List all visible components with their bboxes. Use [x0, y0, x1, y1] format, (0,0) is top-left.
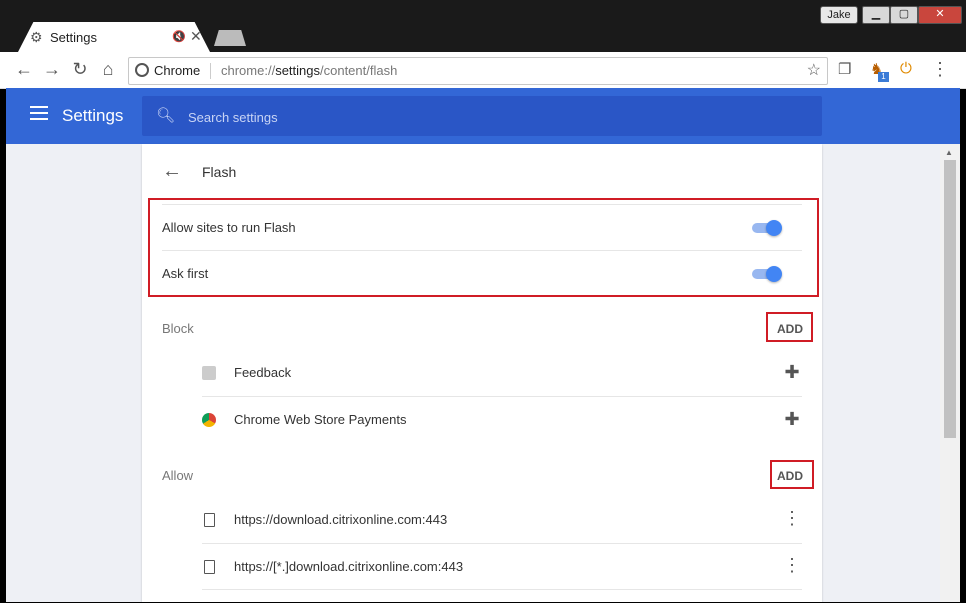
- scrollbar-thumb[interactable]: [944, 160, 956, 438]
- site-label: https://download.citrixonline.com:443: [234, 512, 448, 527]
- scroll-up-icon[interactable]: ▲: [945, 148, 953, 157]
- tab-title: Settings: [50, 30, 97, 45]
- minimize-button[interactable]: ▁: [862, 6, 890, 24]
- tab-settings[interactable]: ⚙ Settings 🔇 ✕: [18, 22, 210, 52]
- site-label: Chrome Web Store Payments: [234, 412, 407, 427]
- highlight-box-toggles: [148, 198, 819, 297]
- flash-settings-card: ← Flash Allow sites to run Flash Ask fir…: [142, 144, 822, 602]
- list-item[interactable]: https://download.citrixonline.com:443 ⋮: [202, 497, 802, 543]
- address-bar[interactable]: Chrome chrome://settings/content/flash ☆: [128, 57, 828, 85]
- forward-arrow-icon[interactable]: →: [42, 59, 62, 80]
- puzzle-icon: ✚: [784, 409, 800, 429]
- list-item[interactable]: Feedback ✚: [202, 350, 802, 396]
- search-box[interactable]: 🔍︎: [142, 96, 822, 136]
- profile-badge[interactable]: Jake: [820, 6, 858, 24]
- chrome-icon: [202, 413, 216, 427]
- reload-icon[interactable]: ↻: [70, 59, 90, 80]
- url-text[interactable]: chrome://settings/content/flash: [221, 63, 397, 78]
- more-vert-icon[interactable]: ⋮: [782, 509, 802, 527]
- extension-badge: 1: [878, 72, 889, 82]
- site-label: https://[*.]download.citrixonline.com:44…: [234, 559, 464, 574]
- chrome-icon: [135, 63, 149, 77]
- highlight-box-allow-add: [770, 460, 814, 489]
- browser-toolbar: ← → ↻ ⌂ Chrome chrome://settings/content…: [0, 52, 966, 89]
- bookmark-star-icon[interactable]: ☆: [807, 60, 821, 80]
- tab-close-icon[interactable]: ✕: [190, 28, 202, 45]
- list-item: [202, 589, 802, 603]
- mute-icon[interactable]: 🔇: [172, 30, 186, 43]
- extension-power-icon[interactable]: ⏻: [900, 60, 912, 77]
- search-icon: 🔍︎: [156, 107, 176, 124]
- maximize-button[interactable]: ▢: [890, 6, 918, 24]
- page-title: Flash: [202, 164, 237, 180]
- block-section-label: Block: [162, 321, 194, 336]
- site-label: Feedback: [234, 365, 292, 380]
- list-item[interactable]: Chrome Web Store Payments ✚: [202, 396, 802, 443]
- list-item[interactable]: https://[*.]download.citrixonline.com:44…: [202, 543, 802, 590]
- file-icon: [204, 513, 215, 527]
- extension-square-icon[interactable]: ❐: [838, 60, 851, 78]
- back-arrow-icon[interactable]: ←: [14, 59, 34, 80]
- scrollbar[interactable]: ▲: [940, 144, 960, 602]
- browser-menu-icon[interactable]: ⋮: [930, 59, 950, 80]
- feedback-icon: [202, 366, 216, 380]
- close-window-button[interactable]: ✕: [918, 6, 962, 24]
- search-input[interactable]: [186, 105, 790, 129]
- window-titlebar: Jake ▁ ▢ ✕ ⚙ Settings 🔇 ✕: [0, 0, 966, 52]
- puzzle-icon: ✚: [784, 362, 800, 382]
- more-vert-icon[interactable]: ⋮: [782, 556, 802, 574]
- file-icon: [204, 560, 215, 574]
- gear-icon: ⚙: [30, 29, 43, 45]
- allow-section-label: Allow: [162, 468, 194, 483]
- settings-title: Settings: [62, 106, 124, 125]
- home-icon[interactable]: ⌂: [98, 59, 118, 80]
- highlight-box-block-add: [766, 312, 813, 342]
- omnibox-divider: [210, 63, 211, 79]
- settings-header: Settings 🔍︎: [6, 88, 960, 144]
- security-chip[interactable]: Chrome: [154, 63, 200, 78]
- new-tab-button[interactable]: [214, 30, 246, 46]
- back-arrow-icon[interactable]: ←: [162, 160, 182, 183]
- hamburger-menu-icon[interactable]: [30, 106, 48, 120]
